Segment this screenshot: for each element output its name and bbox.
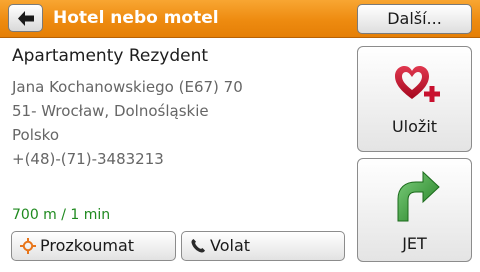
page-title: Hotel nebo motel	[53, 8, 219, 28]
phone-icon	[191, 239, 205, 253]
address-city: 51- Wrocław, Dolnośląskie	[12, 102, 209, 120]
address-street: Jana Kochanowskiego (E67) 70	[12, 78, 243, 96]
explore-label: Prozkoumat	[40, 236, 135, 255]
address-country: Polsko	[12, 126, 59, 144]
call-button[interactable]: Volat	[181, 231, 345, 261]
distance-time: 700 m / 1 min	[12, 207, 111, 223]
back-arrow-icon	[18, 11, 34, 26]
title-bar: Hotel nebo motel Další...	[0, 0, 480, 38]
save-label: Uložit	[391, 117, 438, 136]
call-label: Volat	[210, 236, 251, 255]
save-button[interactable]: Uložit	[357, 46, 472, 152]
go-button[interactable]: JET	[357, 158, 472, 262]
heart-plus-icon	[395, 66, 440, 102]
curved-arrow-icon	[397, 170, 440, 222]
back-button[interactable]	[8, 4, 43, 32]
crosshair-icon	[20, 238, 36, 254]
phone-number: +(48)-(71)-3483213	[12, 150, 164, 168]
go-label: JET	[402, 234, 427, 253]
explore-button[interactable]: Prozkoumat	[11, 231, 176, 261]
more-button[interactable]: Další...	[357, 4, 472, 34]
poi-name: Apartamenty Rezydent	[12, 46, 209, 66]
